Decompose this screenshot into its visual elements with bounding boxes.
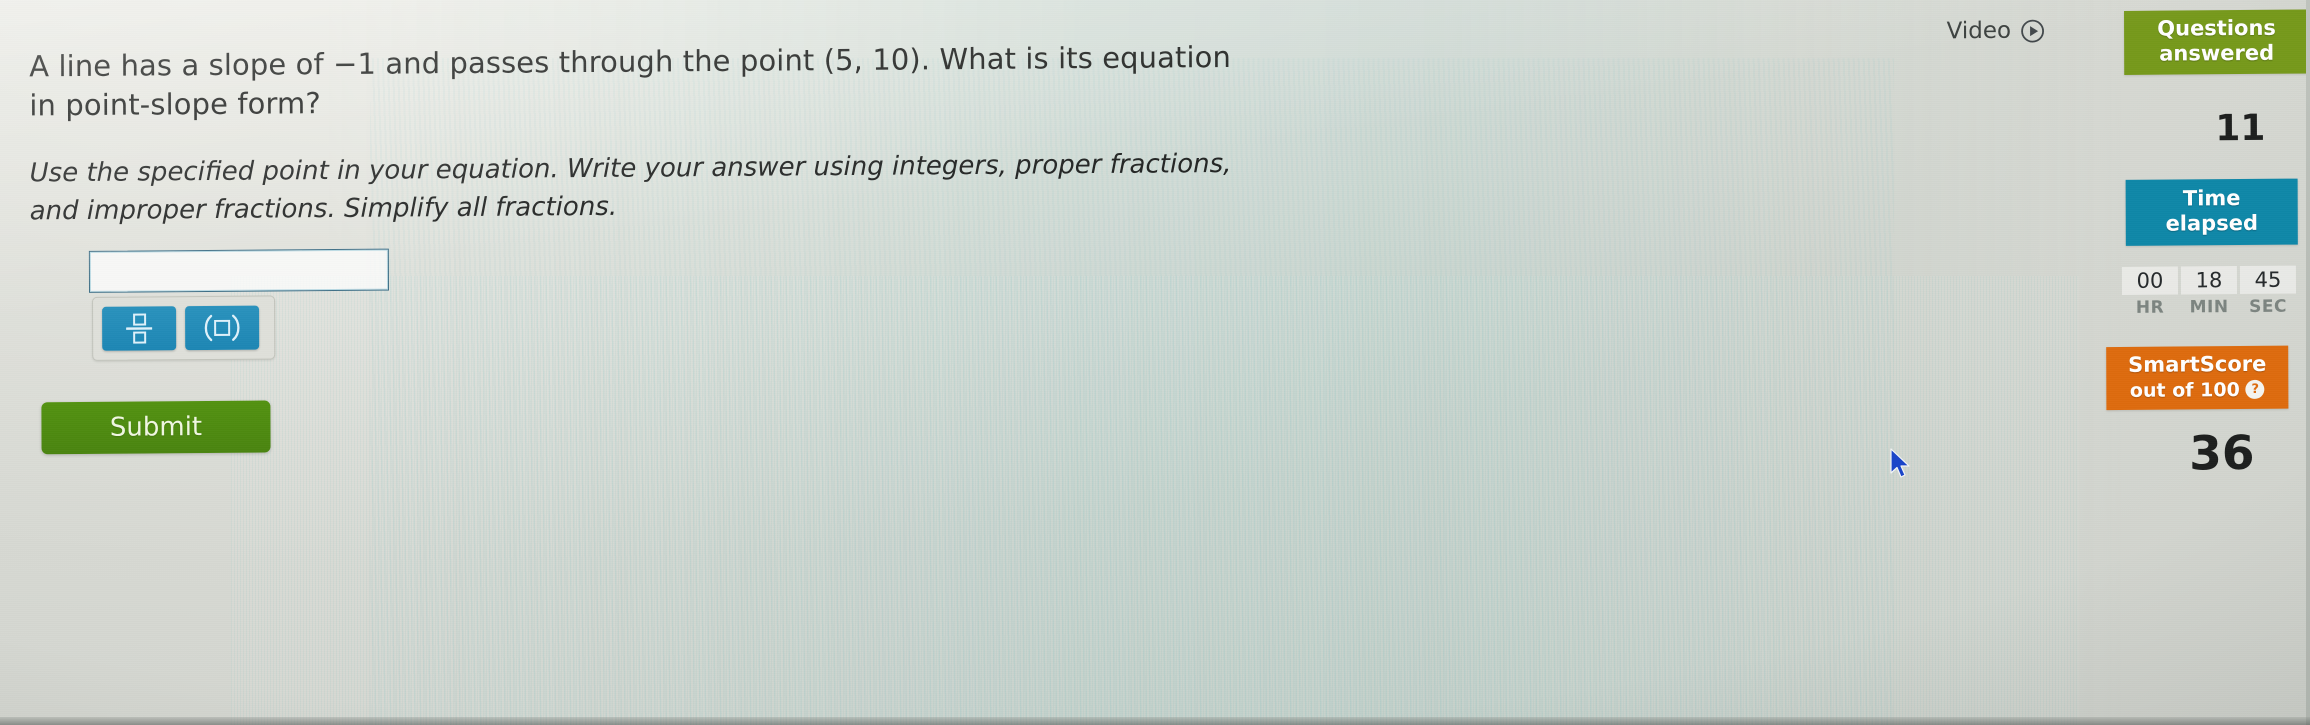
time-elapsed-readout: 00 HR 18 MIN 45 SEC	[2116, 265, 2302, 318]
video-label: Video	[1946, 17, 2012, 45]
time-elapsed-title-line2: elapsed	[2165, 210, 2259, 236]
questions-answered-title-line2: answered	[2159, 40, 2275, 66]
answer-input[interactable]	[88, 248, 390, 293]
timer-minutes-value: 18	[2180, 266, 2238, 295]
timer-minutes-unit: MIN	[2189, 297, 2229, 318]
timer-hours-value: 00	[2121, 266, 2179, 295]
smartscore-value: 36	[2189, 425, 2255, 482]
smartscore-subtitle: out of 100	[2129, 378, 2240, 402]
question-instruction: Use the specified point in your equation…	[29, 148, 1232, 227]
screenshot-stage: A line has a slope of −1 and passes thro…	[0, 0, 2310, 725]
timer-seconds-value: 45	[2239, 265, 2297, 295]
page-content: A line has a slope of −1 and passes thro…	[0, 0, 2310, 725]
timer-seconds: 45 SEC	[2239, 265, 2297, 317]
timer-seconds-unit: SEC	[2249, 296, 2288, 317]
questions-answered-title-line1: Questions	[2157, 15, 2276, 41]
time-elapsed-title-line1: Time	[2182, 186, 2241, 211]
parentheses-key[interactable]	[185, 305, 260, 351]
smartscore-subtitle-row: out of 100 ?	[2130, 379, 2265, 402]
smartscore-title: SmartScore	[2128, 351, 2267, 377]
right-edge-sliver	[2306, 0, 2310, 725]
math-keypad	[92, 295, 276, 361]
questions-answered-value: 11	[2215, 107, 2266, 150]
question-text: A line has a slope of −1 and passes thro…	[29, 39, 1231, 123]
video-link[interactable]: Video	[1946, 17, 2046, 45]
timer-hours-unit: HR	[2135, 297, 2165, 318]
bottom-edge-band	[0, 717, 2310, 725]
questions-answered-badge: Questions answered	[2124, 9, 2310, 75]
timer-minutes: 18 MIN	[2180, 266, 2238, 318]
smartscore-badge: SmartScore out of 100 ?	[2106, 345, 2289, 410]
timer-hours: 00 HR	[2121, 266, 2179, 318]
play-circle-icon[interactable]	[2020, 18, 2045, 43]
time-elapsed-badge: Time elapsed	[2125, 178, 2298, 246]
fraction-key[interactable]	[102, 306, 177, 351]
question-mark-icon[interactable]: ?	[2245, 380, 2265, 400]
submit-button[interactable]: Submit	[41, 400, 271, 455]
